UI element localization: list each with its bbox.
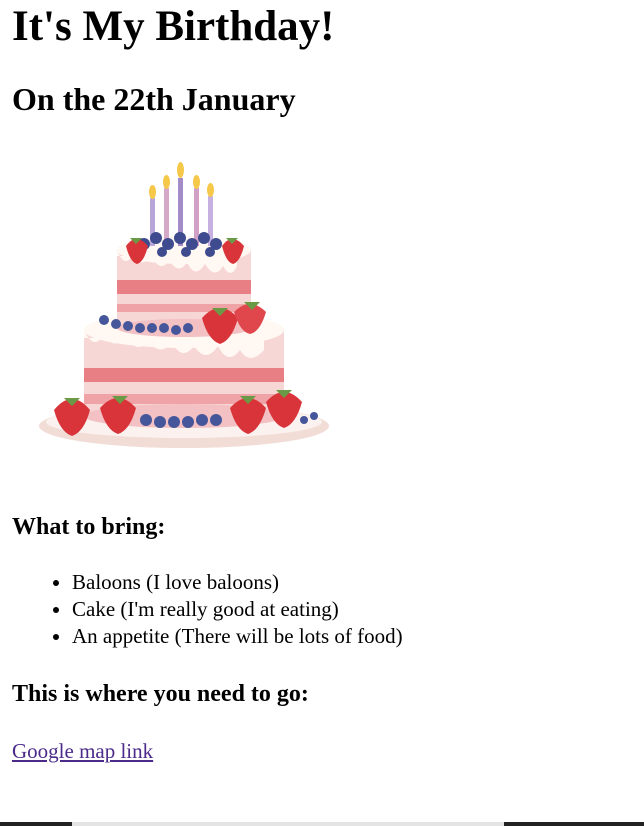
- where-to-go-heading: This is where you need to go:: [12, 681, 309, 707]
- date-heading: On the 22th January: [12, 81, 296, 117]
- scrollbar-right-segment: [504, 822, 644, 826]
- horizontal-scrollbar[interactable]: [0, 822, 644, 826]
- page: It's My Birthday! On the 22th January Wh…: [0, 0, 644, 826]
- scrollbar-left-segment: [0, 822, 72, 826]
- list-item: Baloons (I love baloons): [72, 569, 644, 596]
- list-item: Cake (I'm really good at eating): [72, 596, 644, 623]
- cake-illustration: [39, 162, 329, 448]
- bring-list: Baloons (I love baloons) Cake (I'm reall…: [12, 569, 644, 650]
- list-item: An appetite (There will be lots of food): [72, 623, 644, 650]
- google-map-link[interactable]: Google map link: [12, 738, 153, 765]
- what-to-bring-heading: What to bring:: [12, 514, 166, 540]
- page-title: It's My Birthday!: [12, 3, 335, 50]
- birthday-cake-image: [34, 158, 334, 458]
